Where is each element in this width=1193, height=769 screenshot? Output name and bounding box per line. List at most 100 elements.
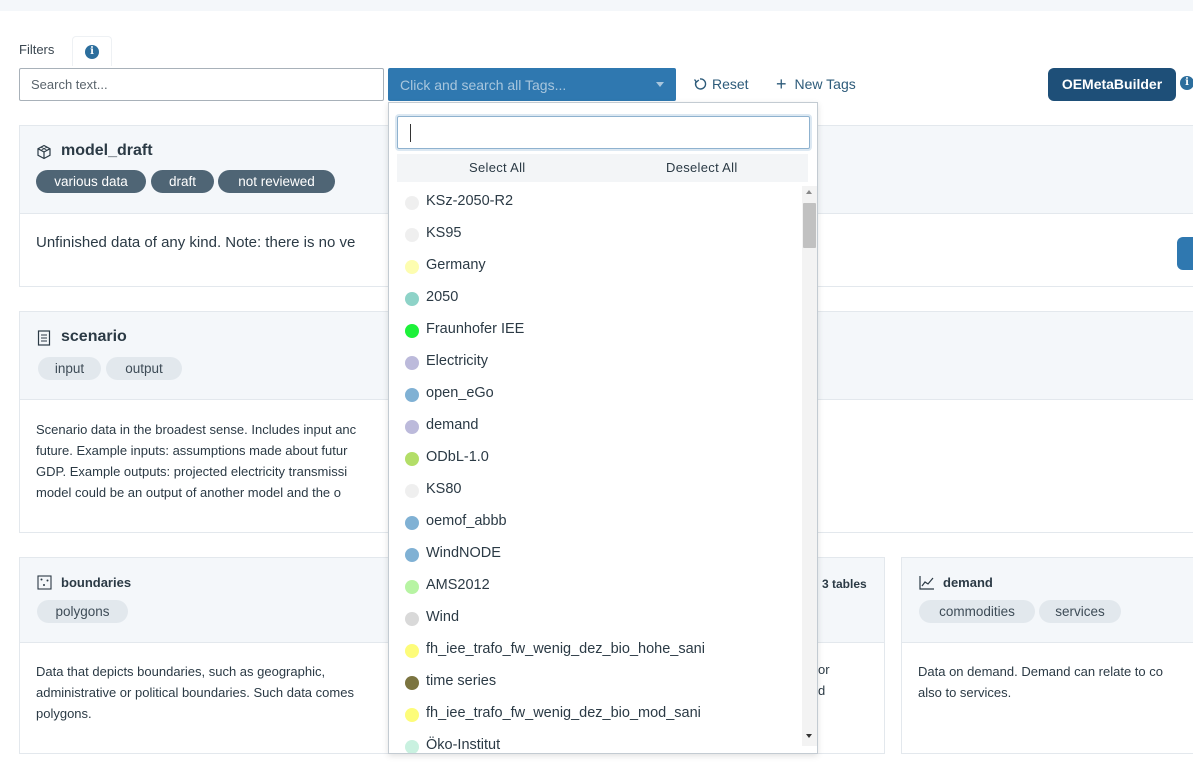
tag-option-label: AMS2012 — [426, 577, 490, 593]
tag-option-label: Fraunhofer IEE — [426, 321, 525, 337]
tag-color-dot-icon — [405, 324, 419, 338]
tag-option-label: demand — [426, 417, 479, 433]
description-line: GDP. Example outputs: projected electric… — [36, 464, 348, 479]
oemetabuilder-button[interactable]: OEMetaBuilder — [1048, 68, 1176, 101]
tag-option[interactable]: fh_iee_trafo_fw_wenig_dez_bio_hohe_sani — [389, 634, 801, 666]
tag-option-label: time series — [426, 673, 497, 689]
tag-option[interactable]: open_eGo — [389, 378, 801, 410]
tag-badge[interactable]: services — [1039, 600, 1121, 623]
filters-info-tab[interactable]: i — [72, 36, 112, 66]
tag-color-dot-icon — [405, 388, 419, 402]
tag-option-label: 2050 — [426, 289, 459, 305]
reset-icon — [693, 78, 707, 90]
deselect-all-button[interactable]: Deselect All — [666, 160, 738, 175]
reset-button[interactable]: Reset — [693, 76, 749, 92]
tables-count: 3 tables — [822, 577, 867, 591]
tags-select-placeholder: Click and search all Tags... — [400, 77, 567, 93]
tag-options-list[interactable]: KSz-2050-R2 KS95 Germany 2050 Fraunhofer IEE… — [389, 186, 801, 753]
tag-badge[interactable]: polygons — [37, 600, 128, 623]
tag-badge[interactable]: draft — [151, 170, 214, 193]
description-fragment: d — [818, 683, 826, 698]
tag-color-dot-icon — [405, 292, 419, 306]
tag-badge[interactable]: not reviewed — [218, 170, 335, 193]
tag-option[interactable]: oemof_abbb — [389, 506, 801, 538]
tag-option[interactable]: 2050 — [389, 282, 801, 314]
scrollbar-thumb[interactable] — [803, 203, 816, 248]
description-line: polygons. — [36, 706, 92, 721]
tag-badge[interactable]: various data — [36, 170, 146, 193]
tag-option[interactable]: Wind — [389, 602, 801, 634]
scrollbar[interactable] — [802, 186, 817, 746]
tag-option[interactable]: Öko-Institut — [389, 730, 801, 753]
new-tags-label: New Tags — [794, 76, 856, 92]
filters-label: Filters — [19, 42, 55, 57]
tag-option[interactable]: KSz-2050-R2 — [389, 186, 801, 218]
description-line: future. Example inputs: assumptions made… — [36, 443, 348, 458]
info-icon[interactable]: i — [85, 45, 99, 59]
description-line: also to services. — [918, 685, 1012, 700]
caret-down-icon — [656, 82, 664, 87]
card-title: demand — [943, 575, 993, 590]
description-line: model could be an output of another mode… — [36, 485, 341, 500]
card-header: boundaries polygons — [20, 558, 403, 643]
tag-color-dot-icon — [405, 740, 419, 753]
info-icon[interactable]: i — [1180, 76, 1193, 90]
tag-color-dot-icon — [405, 676, 419, 690]
schema-card-boundaries[interactable]: boundaries polygons Data that depicts bo… — [19, 557, 404, 754]
tag-option[interactable]: Fraunhofer IEE — [389, 314, 801, 346]
new-tags-button[interactable]: + New Tags — [776, 74, 856, 94]
tag-color-dot-icon — [405, 612, 419, 626]
tag-option[interactable]: KS95 — [389, 218, 801, 250]
tag-option[interactable]: WindNODE — [389, 538, 801, 570]
tag-option-label: ODbL-1.0 — [426, 449, 489, 465]
tag-color-dot-icon — [405, 452, 419, 466]
tag-badge[interactable]: commodities — [919, 600, 1035, 623]
tag-color-dot-icon — [405, 228, 419, 242]
card-header: demand commodities services — [902, 558, 1193, 643]
tag-option-label: KSz-2050-R2 — [426, 193, 514, 209]
card-title: boundaries — [61, 575, 132, 590]
tag-option[interactable]: AMS2012 — [389, 570, 801, 602]
tags-select[interactable]: Click and search all Tags... — [388, 68, 676, 101]
tag-badge[interactable]: input — [38, 357, 101, 380]
plus-icon: + — [776, 74, 787, 94]
tag-option[interactable]: demand — [389, 410, 801, 442]
card-description: Scenario data in the broadest sense. Inc… — [36, 419, 356, 503]
line-chart-icon — [919, 576, 934, 590]
tag-color-dot-icon — [405, 420, 419, 434]
open-button[interactable] — [1177, 237, 1193, 270]
dropdown-search-input[interactable] — [397, 116, 810, 149]
tag-color-dot-icon — [405, 580, 419, 594]
scroll-down-arrow-icon[interactable] — [806, 734, 812, 738]
tag-option[interactable]: time series — [389, 666, 801, 698]
schema-card-demand[interactable]: demand commodities services Data on dema… — [901, 557, 1193, 754]
text-cursor — [410, 124, 411, 142]
tag-option[interactable]: Electricity — [389, 346, 801, 378]
reset-label: Reset — [712, 76, 749, 92]
card-title: scenario — [61, 328, 127, 345]
tag-option-label: Wind — [426, 609, 460, 625]
tag-color-dot-icon — [405, 356, 419, 370]
tag-color-dot-icon — [405, 548, 419, 562]
tag-option[interactable]: Germany — [389, 250, 801, 282]
tag-option-label: Electricity — [426, 353, 489, 369]
description-line: Scenario data in the broadest sense. Inc… — [36, 422, 357, 437]
tag-option[interactable]: ODbL-1.0 — [389, 442, 801, 474]
tag-badge[interactable]: output — [106, 357, 182, 380]
tag-color-dot-icon — [405, 516, 419, 530]
tag-option[interactable]: fh_iee_trafo_fw_wenig_dez_bio_mod_sani — [389, 698, 801, 730]
tag-option-label: oemof_abbb — [426, 513, 507, 529]
tag-option-label: open_eGo — [426, 385, 494, 401]
tag-option[interactable]: KS80 — [389, 474, 801, 506]
tag-color-dot-icon — [405, 644, 419, 658]
scroll-up-arrow-icon[interactable] — [806, 190, 812, 194]
select-all-button[interactable]: Select All — [469, 160, 525, 175]
tag-option-label: KS95 — [426, 225, 462, 241]
description-line: Data that depicts boundaries, such as ge… — [36, 664, 326, 679]
tag-option-label: KS80 — [426, 481, 462, 497]
description-line: Data on demand. Demand can relate to co — [918, 664, 1163, 679]
card-description: Data on demand. Demand can relate to co … — [918, 661, 1163, 703]
search-input[interactable] — [19, 68, 384, 101]
dropdown-actions: Select All Deselect All — [397, 154, 808, 182]
tag-option-label: Germany — [426, 257, 486, 273]
